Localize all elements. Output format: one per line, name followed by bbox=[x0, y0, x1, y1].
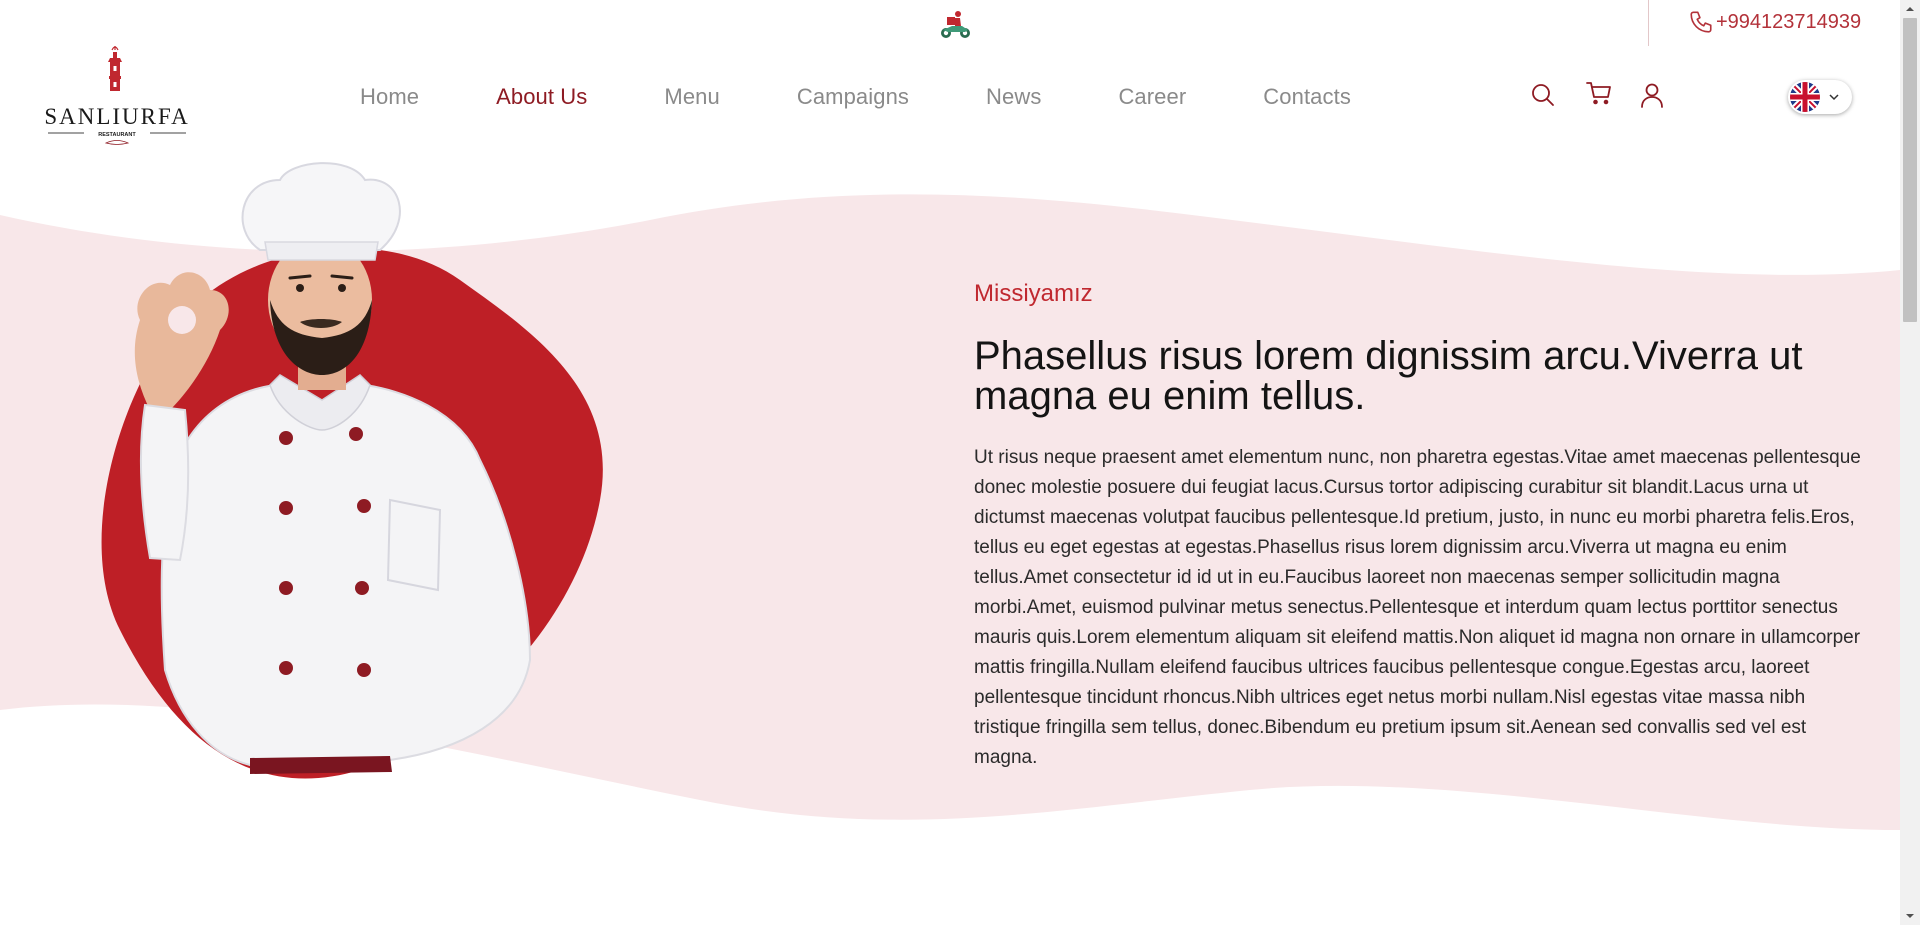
section-headline: Phasellus risus lorem dignissim arcu.Viv… bbox=[974, 334, 1803, 418]
cart-icon[interactable] bbox=[1584, 78, 1614, 108]
topbar-divider bbox=[1648, 0, 1649, 46]
scrollbar-thumb[interactable] bbox=[1903, 18, 1917, 322]
scroll-up-arrow-icon[interactable] bbox=[1904, 3, 1916, 15]
nav-home[interactable]: Home bbox=[360, 80, 419, 114]
nav-news[interactable]: News bbox=[986, 80, 1041, 114]
logo-name: SANLIURFA bbox=[44, 104, 189, 129]
logo[interactable]: SANLIURFA RESTAURANT bbox=[44, 44, 190, 150]
delivery-scooter-icon bbox=[938, 8, 972, 40]
nav-contacts[interactable]: Contacts bbox=[1263, 80, 1351, 114]
section-eyebrow: Missiyamız bbox=[974, 280, 1093, 307]
search-icon[interactable] bbox=[1528, 80, 1558, 110]
nav-about-us[interactable]: About Us bbox=[496, 80, 587, 114]
page: +994123714939 SANLIURFA RESTAURANT Home … bbox=[0, 0, 1920, 925]
section-body-text: Ut risus neque praesent amet elementum n… bbox=[974, 447, 1861, 768]
nav-career[interactable]: Career bbox=[1118, 80, 1186, 114]
user-icon[interactable] bbox=[1637, 80, 1667, 110]
scroll-down-arrow-icon[interactable] bbox=[1904, 910, 1916, 922]
uk-flag-icon bbox=[1790, 82, 1820, 112]
logo-tagline: RESTAURANT bbox=[98, 132, 136, 138]
phone-number: +994123714939 bbox=[1716, 10, 1862, 33]
phone-icon bbox=[1690, 11, 1712, 33]
chef-image bbox=[101, 162, 603, 779]
main-nav: Home About Us Menu Campaigns News Career… bbox=[360, 80, 1351, 114]
nav-menu[interactable]: Menu bbox=[664, 80, 719, 114]
chevron-down-icon bbox=[1829, 94, 1839, 101]
nav-campaigns[interactable]: Campaigns bbox=[797, 80, 909, 114]
phone-link[interactable]: +994123714939 bbox=[1688, 8, 1861, 36]
language-selector[interactable] bbox=[1788, 80, 1852, 114]
